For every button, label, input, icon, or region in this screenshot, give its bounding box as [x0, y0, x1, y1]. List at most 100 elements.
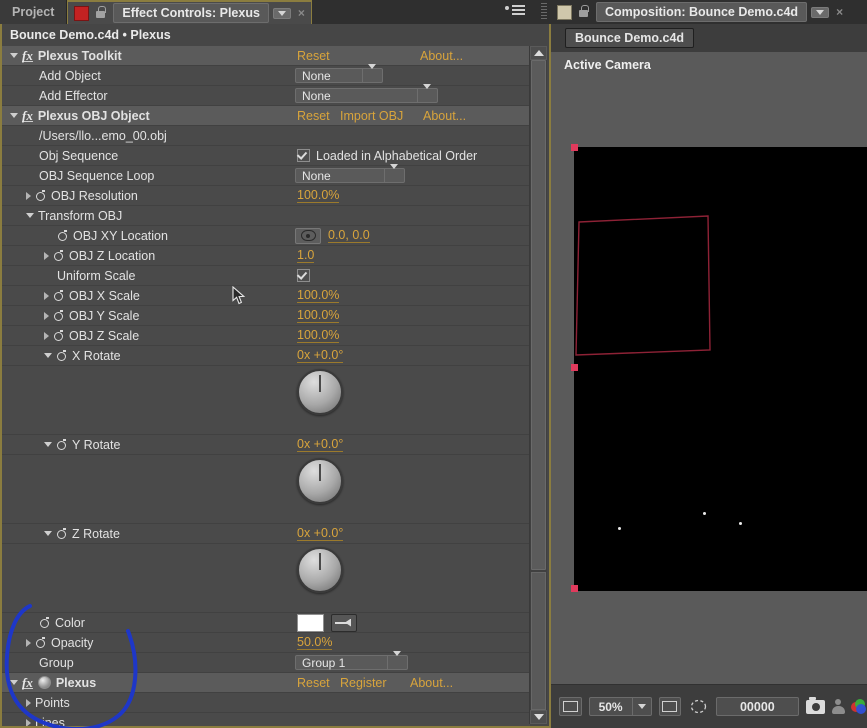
property-row[interactable]: OBJ X Scale 100.0%: [2, 286, 530, 306]
chevron-down-icon[interactable]: [417, 83, 435, 103]
chevron-down-icon[interactable]: [272, 7, 291, 19]
checkbox[interactable]: [297, 269, 310, 282]
property-value[interactable]: 100.0%: [297, 188, 340, 203]
property-value[interactable]: 0x +0.0°: [297, 526, 344, 541]
dropdown-select[interactable]: None: [295, 83, 438, 103]
vertical-scrollbar[interactable]: [529, 46, 547, 724]
link-about[interactable]: About...: [410, 676, 453, 690]
tab-project[interactable]: Project: [0, 0, 68, 24]
property-value[interactable]: 0.0, 0.0: [328, 228, 370, 243]
chevron-down-icon[interactable]: [384, 163, 402, 183]
fx-icon[interactable]: fx: [22, 676, 33, 689]
twirl-down-icon[interactable]: [26, 213, 34, 218]
stopwatch-icon[interactable]: [56, 350, 67, 361]
rotation-dial[interactable]: [297, 369, 343, 415]
twirl-right-icon[interactable]: [44, 251, 49, 260]
fx-icon[interactable]: fx: [22, 109, 33, 122]
target-crosshair-icon[interactable]: [295, 227, 321, 244]
scroll-up-button[interactable]: [530, 46, 547, 60]
toggle-transparency-grid-icon[interactable]: [559, 697, 582, 716]
property-value[interactable]: 100.0%: [297, 288, 340, 303]
stopwatch-icon[interactable]: [35, 190, 46, 201]
link-import-obj[interactable]: Import OBJ: [340, 109, 403, 123]
eyedropper-icon[interactable]: [331, 613, 357, 632]
scrollbar-thumb-lower[interactable]: [531, 572, 546, 710]
twirl-down-icon[interactable]: [44, 531, 52, 536]
scrollbar-track[interactable]: [530, 60, 547, 710]
composition-name-chip[interactable]: Bounce Demo.c4d: [565, 28, 695, 48]
chevron-down-icon[interactable]: [387, 650, 405, 670]
property-value[interactable]: 100.0%: [297, 328, 340, 343]
selection-handle-bottom-left[interactable]: [571, 585, 578, 592]
twirl-down-icon[interactable]: [44, 442, 52, 447]
property-row[interactable]: /Users/llo...emo_00.obj: [2, 126, 530, 146]
stopwatch-icon[interactable]: [53, 290, 64, 301]
property-group-row[interactable]: fx Plexus OBJ Object Reset Import OBJ About.…: [2, 106, 530, 126]
stopwatch-icon[interactable]: [53, 330, 64, 341]
channel-rgb-icon[interactable]: [851, 698, 867, 715]
property-row[interactable]: OBJ XY Location 0.0, 0.0: [2, 226, 530, 246]
link-reset[interactable]: Reset: [297, 109, 330, 123]
property-value[interactable]: 0x +0.0°: [297, 348, 344, 363]
show-snapshot-icon[interactable]: [831, 699, 845, 714]
property-row[interactable]: Uniform Scale: [2, 266, 530, 286]
twirl-right-icon[interactable]: [44, 331, 49, 340]
panel-menu-icon[interactable]: [505, 5, 525, 18]
property-row[interactable]: Color: [2, 613, 530, 633]
property-row[interactable]: Group Group 1: [2, 650, 530, 673]
property-row[interactable]: Obj Sequence Loaded in Alphabetical Order: [2, 146, 530, 166]
color-swatch[interactable]: [297, 613, 324, 632]
property-row[interactable]: OBJ Z Location 1.0: [2, 246, 530, 266]
dropdown-select[interactable]: Group 1: [295, 650, 408, 670]
scroll-down-button[interactable]: [530, 710, 547, 724]
twirl-right-icon[interactable]: [44, 311, 49, 320]
toggle-mask-icon[interactable]: [688, 698, 709, 715]
property-group-row[interactable]: fx Plexus Reset Register About...: [2, 673, 530, 693]
link-reset[interactable]: Reset: [297, 49, 330, 63]
property-row[interactable]: OBJ Resolution 100.0%: [2, 186, 530, 206]
twirl-right-icon[interactable]: [26, 698, 31, 707]
property-value[interactable]: 1.0: [297, 248, 315, 263]
stopwatch-icon[interactable]: [35, 637, 46, 648]
stopwatch-icon[interactable]: [56, 439, 67, 450]
link-about[interactable]: About...: [423, 109, 466, 123]
dropdown-select[interactable]: None: [295, 63, 383, 83]
stopwatch-icon[interactable]: [56, 528, 67, 539]
twirl-down-icon[interactable]: [10, 113, 18, 118]
chevron-down-icon[interactable]: [362, 63, 380, 83]
chevron-down-icon[interactable]: [631, 698, 651, 715]
lock-icon[interactable]: [577, 5, 590, 19]
property-row[interactable]: OBJ Sequence Loop None: [2, 163, 530, 186]
property-row[interactable]: X Rotate 0x +0.0°: [2, 346, 530, 366]
property-row[interactable]: Points: [2, 693, 530, 713]
twirl-right-icon[interactable]: [26, 638, 31, 647]
checkbox[interactable]: [297, 149, 310, 162]
link-reset[interactable]: Reset: [297, 676, 330, 690]
close-icon[interactable]: ×: [298, 6, 305, 20]
lock-icon[interactable]: [94, 6, 107, 20]
panel-grip[interactable]: [541, 3, 547, 20]
tab-composition[interactable]: Composition: Bounce Demo.c4d ×: [557, 2, 843, 22]
selection-handle-top-left[interactable]: [571, 144, 578, 151]
rotation-dial[interactable]: [297, 547, 343, 593]
property-value[interactable]: 0x +0.0°: [297, 437, 344, 452]
property-row[interactable]: Y Rotate 0x +0.0°: [2, 435, 530, 455]
snapshot-camera-icon[interactable]: [806, 696, 825, 714]
tab-effect-controls[interactable]: Effect Controls: Plexus ×: [67, 0, 312, 24]
close-icon[interactable]: ×: [836, 5, 843, 19]
property-value[interactable]: 50.0%: [297, 635, 333, 650]
twirl-right-icon[interactable]: [26, 718, 31, 726]
property-row[interactable]: Opacity 50.0%: [2, 633, 530, 653]
link-about[interactable]: About...: [420, 49, 463, 63]
property-row[interactable]: Z Rotate 0x +0.0°: [2, 524, 530, 544]
selection-handle-middle-left[interactable]: [571, 364, 578, 371]
twirl-right-icon[interactable]: [26, 191, 31, 200]
property-row[interactable]: OBJ Z Scale 100.0%: [2, 326, 530, 346]
chevron-down-icon[interactable]: [811, 6, 830, 18]
property-row[interactable]: Add Object None: [2, 63, 530, 86]
twirl-down-icon[interactable]: [10, 53, 18, 58]
region-of-interest-icon[interactable]: [658, 697, 682, 716]
scrollbar-thumb[interactable]: [531, 60, 546, 570]
composition-viewer[interactable]: Active Camera: [551, 52, 867, 685]
link-register[interactable]: Register: [340, 676, 387, 690]
